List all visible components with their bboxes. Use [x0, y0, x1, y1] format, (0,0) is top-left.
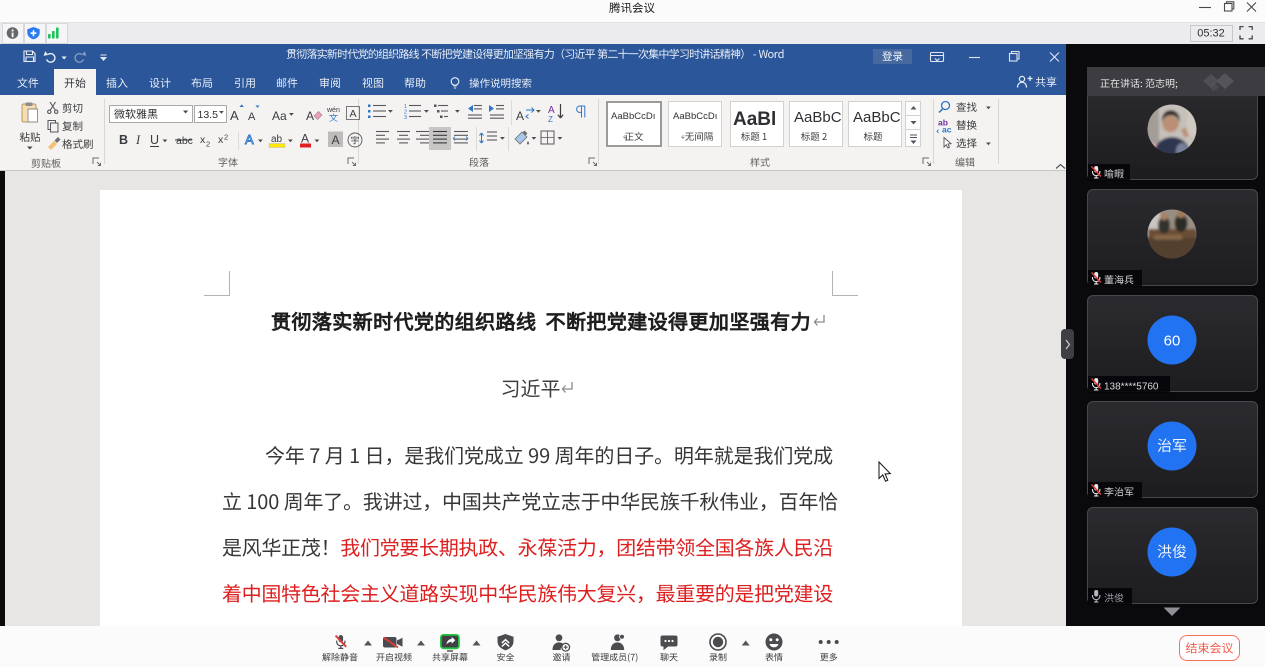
svg-text:ac: ac — [942, 125, 952, 135]
svg-text:AaBbC: AaBbC — [853, 109, 901, 126]
svg-text:AaBbCcDı: AaBbCcDı — [673, 111, 717, 122]
svg-text:05:32: 05:32 — [1197, 28, 1225, 40]
svg-text:A: A — [301, 132, 309, 146]
svg-text:2: 2 — [224, 133, 228, 142]
svg-text:I: I — [135, 133, 141, 147]
svg-text:A: A — [306, 109, 314, 123]
svg-text:AaBbC: AaBbC — [794, 109, 842, 126]
svg-text:Z: Z — [548, 115, 553, 124]
svg-text:abc: abc — [176, 135, 193, 147]
svg-text:U: U — [150, 133, 159, 147]
svg-text:13.5: 13.5 — [198, 109, 219, 121]
svg-text:A: A — [248, 111, 256, 123]
svg-text:wén: wén — [326, 107, 340, 114]
svg-text:AaBl: AaBl — [733, 109, 776, 130]
svg-text:A: A — [516, 109, 524, 123]
svg-text:A: A — [230, 108, 239, 123]
svg-text:60: 60 — [1164, 333, 1181, 350]
svg-text:A: A — [350, 108, 357, 120]
svg-text:AaBbCcDı: AaBbCcDı — [611, 111, 655, 122]
svg-text:B: B — [119, 133, 128, 147]
svg-text:2: 2 — [206, 140, 210, 149]
svg-text:3: 3 — [404, 115, 407, 121]
svg-text:138****5760: 138****5760 — [1104, 382, 1159, 393]
svg-text:Aa: Aa — [272, 109, 287, 123]
svg-text:A: A — [332, 133, 340, 147]
svg-text:A: A — [245, 132, 254, 147]
